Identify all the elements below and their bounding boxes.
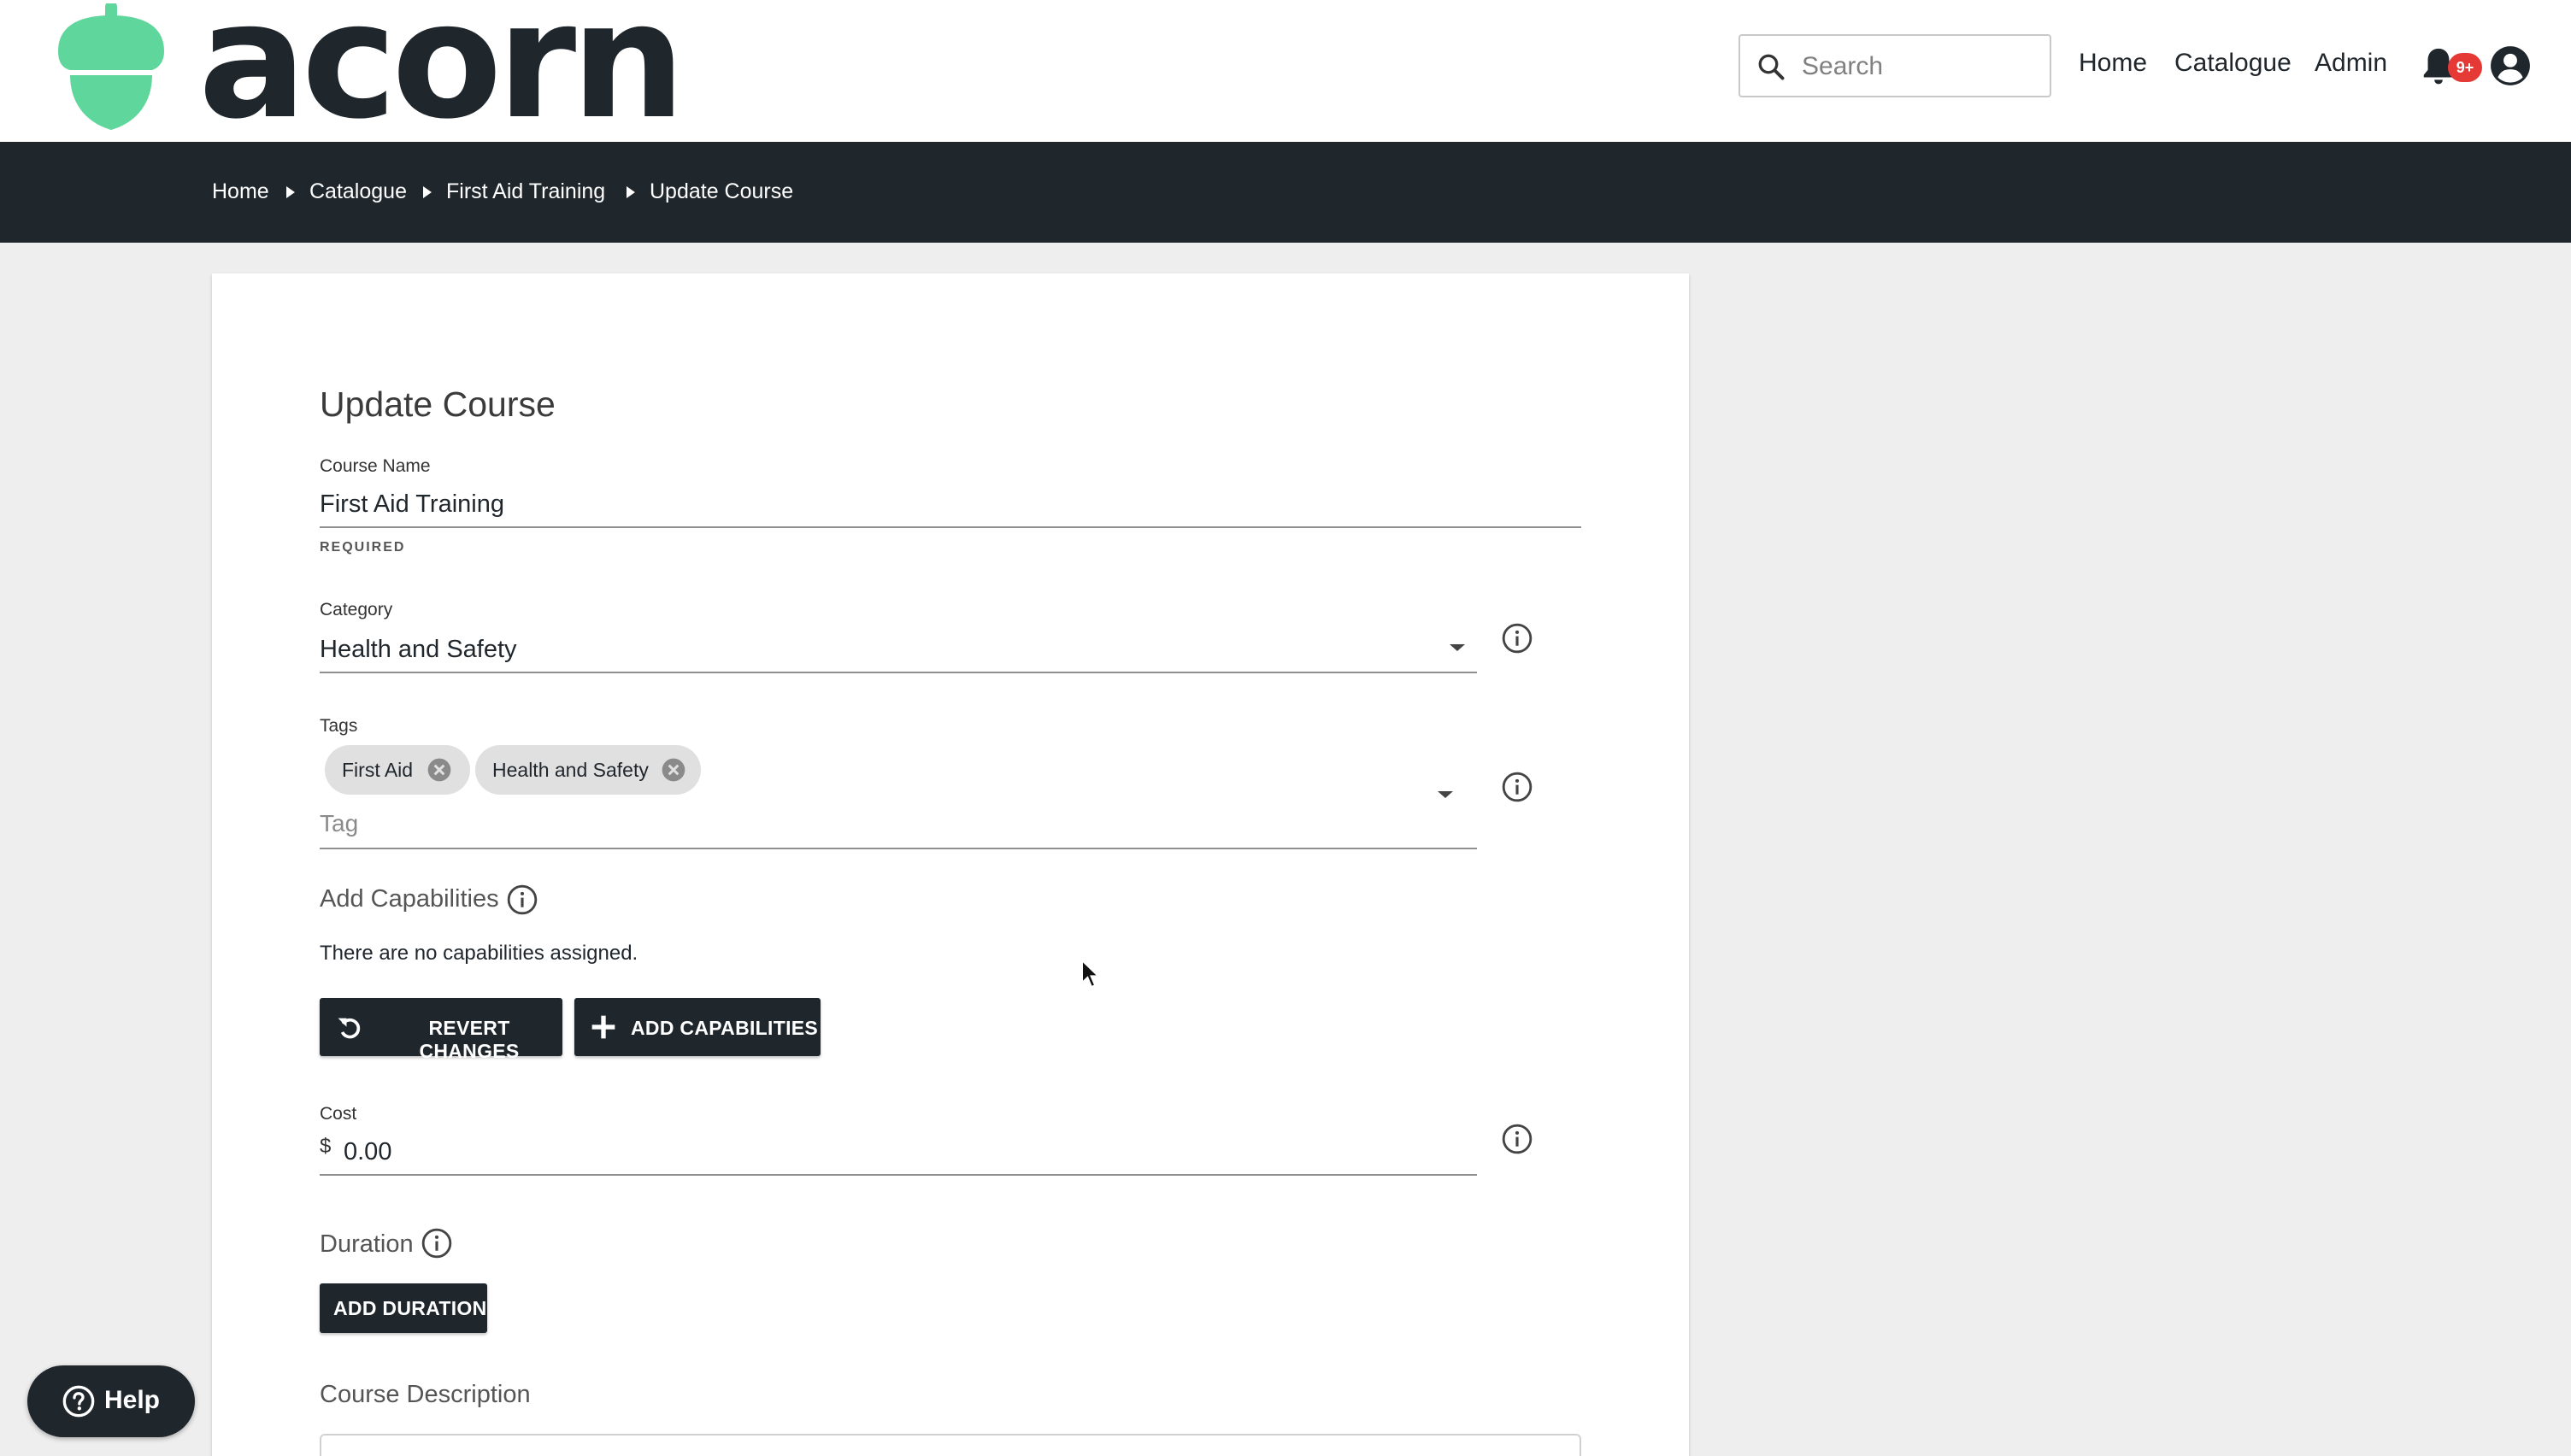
tags-label: Tags bbox=[320, 716, 358, 736]
cost-label: Cost bbox=[320, 1104, 357, 1124]
breadcrumb-current: Update Course bbox=[650, 179, 794, 203]
tags-underline bbox=[320, 848, 1477, 849]
capabilities-info-icon[interactable] bbox=[506, 884, 538, 916]
add-duration-label: ADD DURATION bbox=[333, 1297, 487, 1319]
chevron-right-icon bbox=[423, 186, 432, 198]
course-name-required-hint: REQUIRED bbox=[320, 540, 406, 555]
duration-info-icon[interactable] bbox=[421, 1227, 453, 1259]
course-description-heading: Course Description bbox=[320, 1381, 531, 1408]
category-info-icon[interactable] bbox=[1501, 622, 1533, 655]
chevron-right-icon bbox=[286, 186, 295, 198]
plus-icon bbox=[591, 1015, 615, 1039]
category-select[interactable]: Health and Safety bbox=[320, 636, 517, 664]
nav-home-link[interactable]: Home bbox=[2079, 48, 2147, 79]
add-duration-button[interactable]: ADD DURATION bbox=[320, 1283, 487, 1333]
mouse-cursor-icon bbox=[1081, 959, 1101, 989]
nav-admin-link[interactable]: Admin bbox=[2315, 48, 2387, 79]
add-capabilities-label: ADD CAPABILITIES bbox=[631, 1017, 819, 1039]
course-name-input[interactable]: First Aid Training bbox=[320, 490, 504, 519]
page-title: Update Course bbox=[320, 385, 556, 424]
capabilities-heading: Add Capabilities bbox=[320, 885, 499, 913]
app-root: acorn Home Catalogue Admin 9+ Home Catal… bbox=[0, 0, 2571, 1456]
tag-chip-label: Health and Safety bbox=[492, 759, 649, 781]
search-icon bbox=[1758, 54, 1785, 80]
tag-chip-label: First Aid bbox=[342, 759, 414, 781]
breadcrumb: Home Catalogue First Aid Training Update… bbox=[0, 142, 2571, 243]
tags-info-icon[interactable] bbox=[1501, 771, 1533, 803]
course-name-underline bbox=[320, 526, 1581, 528]
nav-catalogue-link[interactable]: Catalogue bbox=[2174, 48, 2292, 79]
acorn-icon bbox=[58, 3, 164, 130]
category-label: Category bbox=[320, 600, 393, 619]
chevron-down-icon[interactable] bbox=[1448, 643, 1467, 653]
cost-input[interactable]: 0.00 bbox=[344, 1138, 391, 1166]
tag-chip: First Aid bbox=[325, 745, 470, 795]
help-label: Help bbox=[104, 1386, 161, 1414]
update-course-card: Update Course Course Name First Aid Trai… bbox=[212, 273, 1689, 1456]
revert-changes-button[interactable]: REVERT CHANGES bbox=[320, 998, 562, 1062]
help-icon bbox=[62, 1385, 95, 1418]
breadcrumb-course[interactable]: First Aid Training bbox=[446, 178, 605, 205]
top-header: acorn Home Catalogue Admin 9+ bbox=[0, 0, 2571, 142]
brand-name: acorn bbox=[198, 0, 685, 155]
cost-underline bbox=[320, 1174, 1477, 1176]
course-name-label: Course Name bbox=[320, 456, 431, 476]
cost-info-icon[interactable] bbox=[1501, 1123, 1533, 1155]
breadcrumb-home[interactable]: Home bbox=[212, 178, 269, 205]
duration-heading: Duration bbox=[320, 1230, 414, 1258]
course-description-editor[interactable] bbox=[320, 1434, 1581, 1456]
chevron-down-icon[interactable] bbox=[1436, 790, 1455, 800]
account-icon[interactable] bbox=[2489, 44, 2532, 87]
tag-chip: Health and Safety bbox=[475, 745, 701, 795]
breadcrumb-catalogue[interactable]: Catalogue bbox=[309, 178, 407, 205]
notification-badge: 9+ bbox=[2448, 53, 2482, 82]
tag-input[interactable]: Tag bbox=[320, 810, 358, 837]
add-capabilities-button[interactable]: ADD CAPABILITIES bbox=[574, 998, 821, 1056]
close-icon[interactable] bbox=[660, 756, 687, 784]
capabilities-empty-text: There are no capabilities assigned. bbox=[320, 942, 638, 965]
search-field[interactable] bbox=[1739, 34, 2051, 97]
currency-symbol: $ bbox=[320, 1135, 332, 1158]
close-icon[interactable] bbox=[426, 756, 453, 784]
chevron-right-icon bbox=[627, 186, 635, 198]
brand-logo[interactable]: acorn bbox=[51, 0, 685, 142]
search-input[interactable] bbox=[1802, 44, 2041, 89]
undo-icon bbox=[338, 1018, 361, 1039]
revert-changes-label: REVERT CHANGES bbox=[419, 1017, 520, 1062]
help-button[interactable]: Help bbox=[27, 1365, 195, 1437]
category-underline bbox=[320, 672, 1477, 673]
